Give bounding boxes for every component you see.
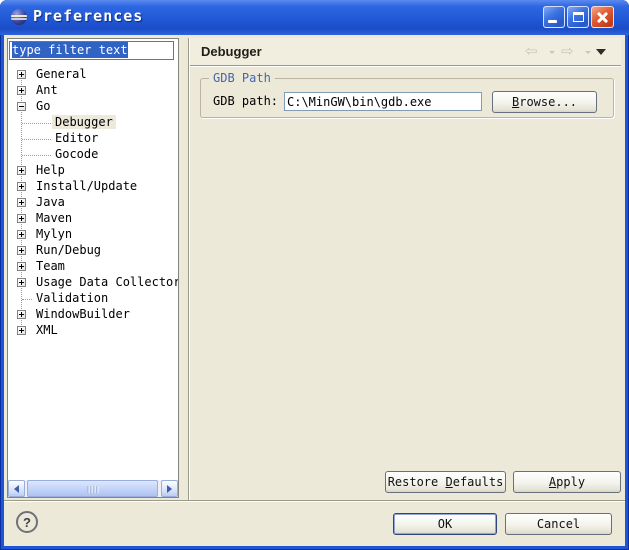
- tree-connector: [22, 139, 51, 140]
- tree-item-label: Gocode: [52, 147, 101, 161]
- view-menu-icon[interactable]: [596, 49, 606, 55]
- tree: General Ant Go Debugger Editor Gocode Help Inst…: [8, 39, 178, 480]
- expand-plus-icon[interactable]: [17, 230, 26, 239]
- scroll-right-button[interactable]: [161, 480, 178, 497]
- expand-plus-icon[interactable]: [17, 166, 26, 175]
- tree-item-label: Debugger: [52, 115, 116, 129]
- gdb-path-group: GDB Path GDB path: Browse...: [200, 78, 614, 118]
- expand-plus-icon[interactable]: [17, 278, 26, 287]
- tree-item-label: XML: [33, 323, 61, 337]
- tree-item-java[interactable]: Java: [8, 195, 178, 211]
- gdb-path-label: GDB path:: [213, 94, 278, 108]
- tree-item-help[interactable]: Help: [8, 163, 178, 179]
- tree-item-ant[interactable]: Ant: [8, 83, 178, 99]
- tree-item-label: Ant: [33, 83, 61, 97]
- scroll-left-button[interactable]: [8, 480, 25, 497]
- restore-defaults-label: Restore Defaults: [388, 475, 504, 489]
- tree-item-label: Usage Data Collector: [33, 275, 178, 289]
- panel-divider: [188, 38, 190, 500]
- preferences-dialog: Preferences type filter text GeneralAntG…: [0, 0, 629, 550]
- tree-item-label: Java: [33, 195, 68, 209]
- back-arrow-icon[interactable]: ⇦: [525, 42, 538, 60]
- tree-item-mylyn[interactable]: Mylyn: [8, 227, 178, 243]
- ok-button[interactable]: OK: [393, 513, 497, 535]
- tree-item-gocode[interactable]: Gocode: [8, 147, 178, 163]
- tree-item-label: General: [33, 67, 90, 81]
- left-arrow-icon: [14, 485, 19, 493]
- scrollbar-thumb[interactable]: [27, 480, 158, 497]
- tree-item-maven[interactable]: Maven: [8, 211, 178, 227]
- cancel-button[interactable]: Cancel: [505, 513, 612, 535]
- ok-label: OK: [438, 517, 452, 531]
- tree-item-label: Mylyn: [33, 227, 75, 241]
- scrollbar-grip-icon: [87, 486, 98, 493]
- tree-item-usage-data-collector[interactable]: Usage Data Collector: [8, 275, 178, 291]
- tree-item-windowbuilder[interactable]: WindowBuilder: [8, 307, 178, 323]
- title-bar: Preferences: [0, 0, 629, 35]
- tree-item-general[interactable]: General: [8, 67, 178, 83]
- forward-arrow-icon[interactable]: ⇨: [561, 42, 574, 60]
- tree-item-xml[interactable]: XML: [8, 323, 178, 339]
- close-button[interactable]: [591, 6, 614, 28]
- expand-plus-icon[interactable]: [17, 86, 26, 95]
- collapse-minus-icon[interactable]: [17, 102, 26, 111]
- expand-plus-icon[interactable]: [17, 70, 26, 79]
- header-separator: [190, 65, 621, 67]
- preferences-tree-panel: type filter text GeneralAntGoDebuggerEdi…: [7, 38, 179, 498]
- dialog-client-area: type filter text GeneralAntGoDebuggerEdi…: [4, 35, 625, 546]
- tree-item-label: Team: [33, 259, 68, 273]
- horizontal-scrollbar[interactable]: [8, 480, 178, 497]
- tree-item-label: Maven: [33, 211, 75, 225]
- page-title: Debugger: [201, 44, 262, 59]
- question-mark-icon: ?: [23, 515, 31, 530]
- browse-button[interactable]: Browse...: [492, 91, 597, 113]
- gdb-path-input[interactable]: [284, 92, 482, 111]
- tree-item-debugger[interactable]: Debugger: [8, 115, 178, 131]
- minimize-icon: [548, 20, 557, 23]
- tree-item-label: Run/Debug: [33, 243, 104, 257]
- tree-item-label: Go: [33, 99, 53, 113]
- restore-defaults-button[interactable]: Restore Defaults: [385, 471, 506, 493]
- tree-connector: [22, 155, 51, 156]
- tree-connector: [22, 299, 32, 300]
- tree-item-editor[interactable]: Editor: [8, 131, 178, 147]
- forward-dropdown-icon[interactable]: [585, 51, 591, 54]
- tree-item-label: Install/Update: [33, 179, 140, 193]
- help-button[interactable]: ?: [16, 511, 38, 533]
- footer-separator: [4, 500, 625, 502]
- expand-plus-icon[interactable]: [17, 182, 26, 191]
- maximize-icon: [573, 12, 584, 22]
- tree-connector: [22, 123, 51, 124]
- tree-item-validation[interactable]: Validation: [8, 291, 178, 307]
- eclipse-logo-icon: [11, 9, 27, 25]
- tree-item-install-update[interactable]: Install/Update: [8, 179, 178, 195]
- group-title: GDB Path: [209, 71, 275, 85]
- apply-label: Apply: [549, 475, 585, 489]
- tree-item-go[interactable]: Go: [8, 99, 178, 115]
- tree-item-team[interactable]: Team: [8, 259, 178, 275]
- expand-plus-icon[interactable]: [17, 310, 26, 319]
- expand-plus-icon[interactable]: [17, 246, 26, 255]
- maximize-button[interactable]: [567, 6, 589, 28]
- tree-item-label: Help: [33, 163, 68, 177]
- cancel-label: Cancel: [537, 517, 580, 531]
- apply-button[interactable]: Apply: [513, 471, 621, 493]
- window-title: Preferences: [33, 7, 143, 25]
- tree-item-run-debug[interactable]: Run/Debug: [8, 243, 178, 259]
- tree-item-label: WindowBuilder: [33, 307, 133, 321]
- back-dropdown-icon[interactable]: [549, 51, 555, 54]
- expand-plus-icon[interactable]: [17, 262, 26, 271]
- tree-item-label: Editor: [52, 131, 101, 145]
- expand-plus-icon[interactable]: [17, 326, 26, 335]
- browse-button-label: Browse...: [512, 95, 577, 109]
- tree-item-label: Validation: [33, 291, 111, 305]
- expand-plus-icon[interactable]: [17, 214, 26, 223]
- minimize-button[interactable]: [543, 6, 565, 28]
- page-header: Debugger ⇦ ⇨: [190, 38, 621, 65]
- right-arrow-icon: [167, 485, 172, 493]
- expand-plus-icon[interactable]: [17, 198, 26, 207]
